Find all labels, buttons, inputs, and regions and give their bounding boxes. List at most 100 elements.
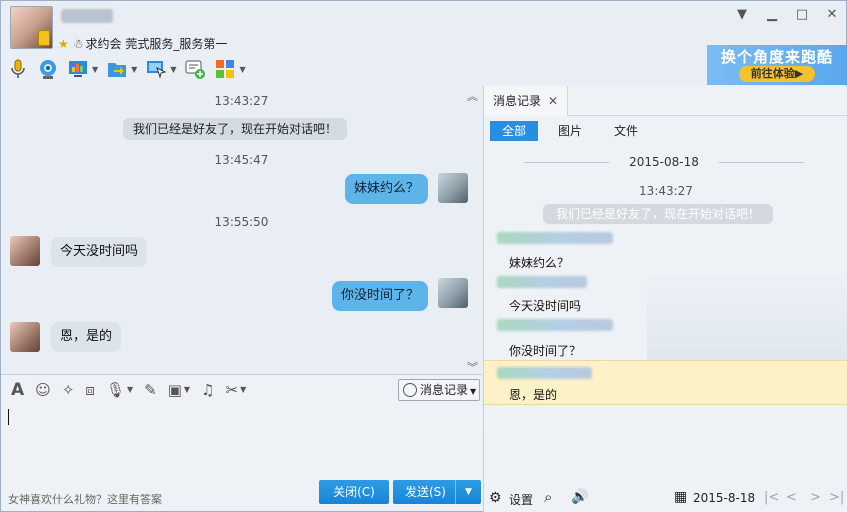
history-pane: 消息记录 ✕ 全部 图片 文件 2015-08-18 13:43:27 我们已经是… [483, 86, 847, 512]
history-tabs: 消息记录 ✕ [484, 86, 847, 116]
chevron-down-icon: ▼ [239, 64, 246, 74]
chat-window: ★ ☃ 求约会 莞式服务_服务第一 ▼ ▁ □ ✕ ▼ ▼ ▼ ▼ 换个角度来跑… [0, 0, 847, 512]
history-footer: ⚙ 设置 ⌕ 🔊 ▦ 2015-8-18 |< < > >| [484, 484, 847, 512]
message-history-button[interactable]: 消息记录 ▼ [398, 379, 480, 401]
next-page-icon[interactable]: > [810, 490, 821, 505]
filter-files[interactable]: 文件 [602, 121, 650, 141]
send-button[interactable]: 发送(S) ▼ [393, 480, 481, 504]
file-transfer-button[interactable]: ▼ [106, 56, 137, 82]
window-controls: ▼ ▁ □ ✕ [734, 7, 840, 23]
prev-page-icon[interactable]: < [786, 490, 797, 505]
speaker-icon[interactable]: 🔊 [571, 489, 588, 505]
voice-call-button[interactable] [7, 56, 29, 82]
magic-effect-icon[interactable]: ✧ [62, 381, 75, 399]
history-timestamp: 13:43:27 [639, 184, 693, 198]
tab-message-history[interactable]: 消息记录 ✕ [484, 86, 568, 116]
screen-share-button[interactable]: ▼ [67, 56, 98, 82]
chevron-down-icon: ▼ [126, 385, 134, 394]
promo-link[interactable]: 女神喜欢什么礼物？这里有答案 [8, 491, 162, 507]
chevron-down-icon: ▼ [183, 385, 191, 394]
screenshot-icon[interactable]: ⧈ [85, 381, 95, 399]
chevron-down-icon: ▼ [470, 387, 477, 396]
scissors-icon[interactable]: ✂ ▼ [226, 381, 247, 399]
collapse-down-icon[interactable]: ︾ [467, 359, 478, 375]
date-separator: 2015-08-18 [524, 154, 804, 170]
video-icon [40, 60, 56, 79]
contact-avatar-small[interactable] [10, 236, 40, 266]
dropdown-icon[interactable]: ▼ [734, 7, 750, 23]
input-toolbar: A ☺ ✧ ⧈ 🎙 ▼ ✎ ▣ ▼ ♫ ✂ ▼ 消息记录 ▼ [1, 374, 482, 404]
ad-title: 换个角度来跑酷 [721, 48, 834, 66]
incoming-message: 恩，是的 [51, 322, 122, 352]
last-page-icon[interactable]: >| [829, 490, 844, 505]
search-icon[interactable]: ⌕ [544, 488, 552, 506]
chevron-down-icon: ▼ [131, 64, 138, 74]
invite-add-icon [185, 60, 206, 79]
close-button[interactable]: 关闭(C) [319, 480, 389, 504]
chevron-down-icon: ▼ [170, 64, 177, 74]
message-history-label: 消息记录 [420, 383, 469, 397]
send-options-chevron-icon[interactable]: ▼ [455, 480, 481, 504]
voice-message-icon[interactable]: 🎙 ▼ [106, 381, 133, 399]
video-call-button[interactable] [37, 56, 59, 82]
incoming-message: 今天没时间吗 [51, 237, 148, 267]
doodle-icon[interactable]: ✎ [144, 381, 157, 399]
my-avatar[interactable] [438, 173, 468, 203]
music-icon[interactable]: ♫ [201, 381, 214, 399]
input-footer: 女神喜欢什么礼物？这里有答案 关闭(C) 发送(S) ▼ [1, 480, 482, 512]
gear-icon[interactable]: ⚙ [489, 490, 502, 506]
apps-button[interactable]: ▼ [214, 56, 246, 82]
font-icon[interactable]: A [11, 380, 24, 400]
conversation-pane: ︽ 13:43:27 我们已经是好友了，现在开始对话吧！ 13:45:47 妹妹… [1, 86, 482, 512]
highlighted-history-entry[interactable]: 恩，是的 [484, 360, 847, 405]
contact-avatar[interactable] [10, 6, 53, 49]
star-icon: ★ [58, 37, 69, 51]
history-message: 今天没时间吗 [509, 299, 582, 313]
ad-banner[interactable]: 换个角度来跑酷 前往体验▶ [707, 45, 847, 85]
my-avatar[interactable] [438, 278, 468, 308]
image-icon[interactable]: ▣ ▼ [168, 381, 190, 399]
contact-nickname-blurred [61, 9, 113, 23]
contact-avatar-small[interactable] [10, 322, 40, 352]
close-tab-icon[interactable]: ✕ [548, 86, 558, 116]
contact-signature: ★ ☃ 求约会 莞式服务_服务第一 [58, 35, 227, 52]
message-area: ︽ 13:43:27 我们已经是好友了，现在开始对话吧！ 13:45:47 妹妹… [1, 86, 482, 374]
chevron-down-icon: ▼ [92, 64, 99, 74]
emoji-icon[interactable]: ☺ [35, 381, 51, 399]
filter-images[interactable]: 图片 [546, 121, 594, 141]
ad-cta-button[interactable]: 前往体验▶ [739, 66, 815, 82]
history-footer-date: 2015-8-18 [693, 491, 756, 505]
file-transfer-icon [108, 63, 127, 77]
message-timestamp: 13:43:27 [214, 94, 269, 108]
filter-all[interactable]: 全部 [490, 121, 539, 141]
minimize-icon[interactable]: ▁ [764, 7, 780, 23]
main-toolbar: ▼ ▼ ▼ ▼ [7, 55, 246, 83]
text-caret [8, 409, 9, 425]
apps-grid-icon [216, 60, 235, 78]
outgoing-message: 你没时间了？ [332, 281, 429, 311]
signature-text: 求约会 莞式服务_服务第一 [85, 37, 228, 51]
system-message: 我们已经是好友了，现在开始对话吧！ [123, 118, 348, 140]
clock-icon [403, 383, 417, 397]
sender-name-blurred [497, 232, 613, 244]
penguin-icon: ☃ [72, 37, 84, 51]
mobile-online-icon [38, 30, 50, 46]
tab-label: 消息记录 [493, 94, 542, 108]
message-input[interactable] [1, 404, 482, 480]
message-timestamp: 13:45:47 [214, 153, 269, 167]
settings-link[interactable]: 设置 [509, 491, 533, 508]
remote-assist-icon [147, 61, 167, 79]
sender-name-blurred [497, 367, 592, 379]
history-message: 你没时间了？ [509, 344, 582, 358]
remote-assist-button[interactable]: ▼ [145, 56, 176, 82]
send-label: 发送(S) [405, 485, 446, 499]
invite-button[interactable] [184, 56, 206, 82]
first-page-icon[interactable]: |< [764, 490, 779, 505]
sender-name-blurred [497, 319, 613, 331]
calendar-icon[interactable]: ▦ [674, 489, 687, 505]
close-icon[interactable]: ✕ [824, 7, 840, 23]
history-system-message: 我们已经是好友了，现在开始对话吧！ [543, 204, 774, 224]
divider [719, 162, 804, 163]
maximize-icon[interactable]: □ [794, 7, 810, 23]
message-timestamp: 13:55:50 [214, 215, 269, 229]
